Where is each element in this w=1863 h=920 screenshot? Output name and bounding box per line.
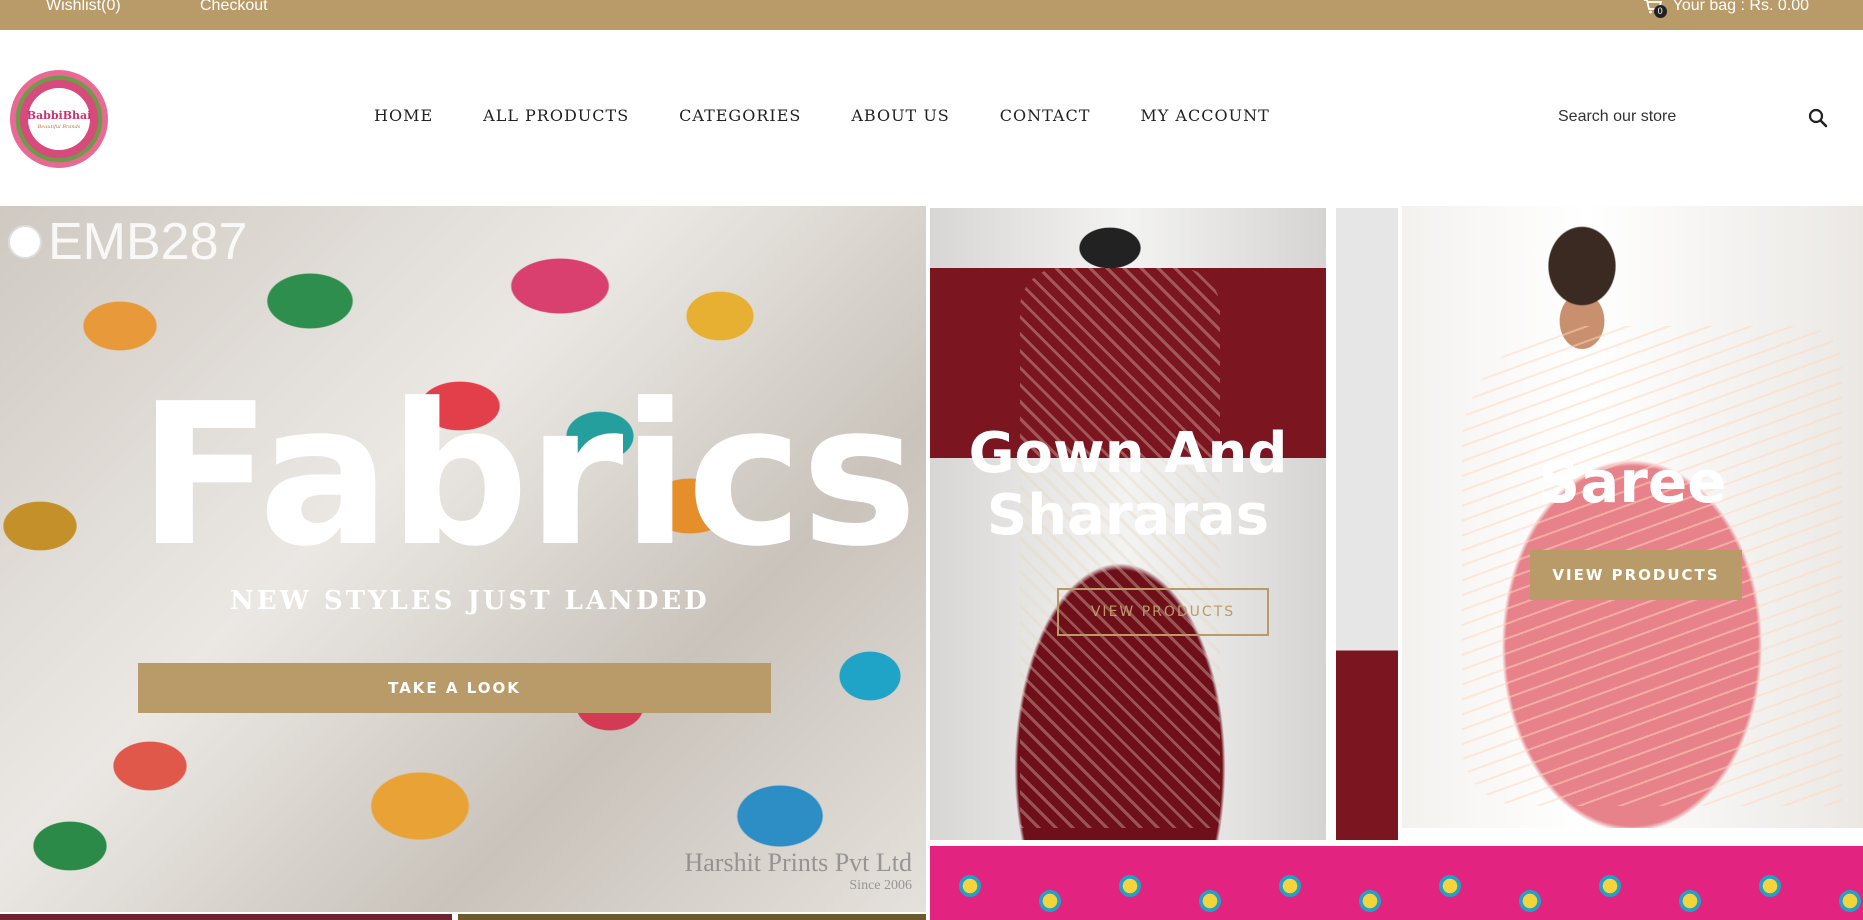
cart-count-badge: 0 bbox=[1653, 5, 1667, 18]
nav-categories[interactable]: CATEGORIES bbox=[679, 106, 801, 125]
watermark-code: EMB287 bbox=[48, 213, 248, 271]
search-icon[interactable] bbox=[1808, 108, 1828, 128]
fabrics-banner[interactable]: EMB287 Fabrics NEW STYLES JUST LANDED TA… bbox=[0, 206, 926, 912]
main-nav: HOME ALL PRODUCTS CATEGORIES ABOUT US CO… bbox=[374, 106, 1320, 125]
fabrics-title: Fabrics bbox=[138, 362, 918, 590]
take-a-look-button[interactable]: TAKE A LOOK bbox=[138, 663, 771, 713]
bottom-banner-right[interactable] bbox=[458, 914, 926, 920]
bag-total[interactable]: Your bag : Rs. 0.00 bbox=[1673, 0, 1809, 15]
nav-all-products[interactable]: ALL PRODUCTS bbox=[483, 106, 629, 125]
gown-image bbox=[1020, 268, 1220, 828]
logo-badge: BabbiBhai Beautiful Brands bbox=[26, 88, 92, 150]
saree-title: Saree bbox=[1538, 448, 1727, 516]
saree-view-products-button[interactable]: VIEW PRODUCTS bbox=[1530, 550, 1742, 600]
search-bar bbox=[1558, 106, 1828, 136]
credit-since: Since 2006 bbox=[849, 878, 912, 893]
logo-subtext: Beautiful Brands bbox=[37, 123, 81, 130]
fabric-credit: Harshit Prints Pvt Ltd Since 2006 bbox=[684, 848, 912, 894]
site-header: BabbiBhai Beautiful Brands HOME ALL PROD… bbox=[0, 30, 1863, 206]
saree-banner[interactable]: Saree VIEW PRODUCTS bbox=[1402, 206, 1863, 828]
bag-summary[interactable]: 0 Your bag : Rs. 0.00 bbox=[1643, 0, 1809, 18]
watermark-logo-icon bbox=[8, 225, 42, 259]
search-input[interactable] bbox=[1558, 108, 1788, 126]
gown-banner[interactable]: Gown And Shararas VIEW PRODUCTS bbox=[930, 208, 1326, 840]
gown-title: Gown And Shararas bbox=[968, 421, 1288, 548]
cart-icon[interactable]: 0 bbox=[1643, 0, 1667, 18]
nav-home[interactable]: HOME bbox=[374, 106, 433, 125]
fabrics-subtitle: NEW STYLES JUST LANDED bbox=[230, 586, 710, 616]
site-logo[interactable]: BabbiBhai Beautiful Brands bbox=[10, 70, 108, 168]
nav-my-account[interactable]: MY ACCOUNT bbox=[1140, 106, 1269, 125]
checkout-link[interactable]: Checkout bbox=[200, 0, 268, 15]
partial-banner[interactable] bbox=[1336, 208, 1398, 840]
logo-text: BabbiBhai bbox=[26, 108, 92, 122]
wishlist-link[interactable]: Wishlist(0) bbox=[46, 0, 121, 15]
credit-company: Harshit Prints Pvt Ltd bbox=[684, 848, 912, 877]
embroidery-banner[interactable] bbox=[930, 846, 1863, 920]
nav-about-us[interactable]: ABOUT US bbox=[851, 106, 949, 125]
fabric-watermark: EMB287 bbox=[8, 212, 247, 272]
bottom-banner-left[interactable] bbox=[0, 914, 452, 920]
nav-contact[interactable]: CONTACT bbox=[1000, 106, 1091, 125]
gown-view-products-button[interactable]: VIEW PRODUCTS bbox=[1057, 588, 1269, 636]
top-bar: Wishlist(0) Checkout 0 Your bag : Rs. 0.… bbox=[0, 0, 1863, 30]
